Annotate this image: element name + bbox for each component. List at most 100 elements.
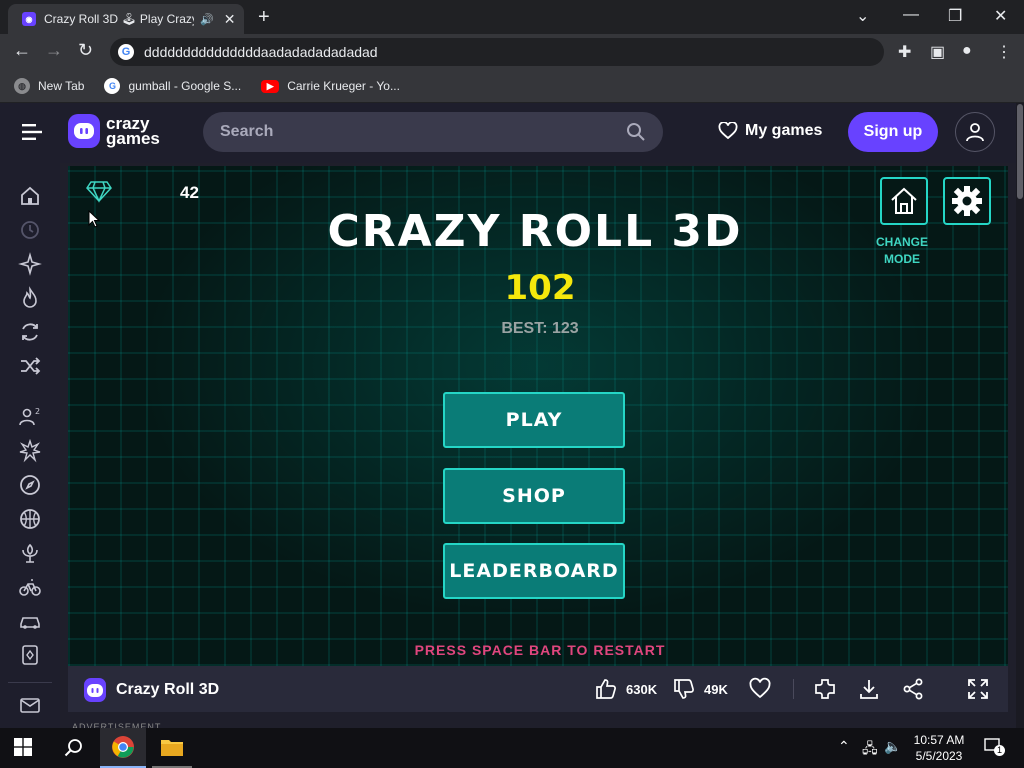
search-icon[interactable] (626, 122, 646, 142)
basketball-icon[interactable] (18, 507, 42, 531)
account-button[interactable] (955, 112, 995, 152)
notifications-button[interactable]: 1 (984, 737, 1005, 756)
my-games-label: My games (745, 122, 823, 139)
best-score: BEST: 123 (501, 320, 579, 337)
crazygames-small-logo-icon (84, 678, 106, 702)
mail-icon[interactable] (18, 693, 42, 717)
sign-up-button[interactable]: Sign up (848, 112, 938, 152)
card-icon[interactable] (18, 643, 42, 667)
home-icon (891, 187, 917, 214)
taskbar-search-icon[interactable] (62, 736, 86, 760)
leaderboard-button[interactable]: LEADERBOARD (443, 543, 625, 599)
chrome-icon (112, 736, 134, 758)
settings-button[interactable] (943, 177, 991, 225)
url-text: dddddddddddddddaadadadadadadad (144, 44, 378, 60)
play-button[interactable]: PLAY (443, 392, 625, 448)
search-input[interactable]: Search (220, 123, 626, 141)
change-mode-line-1: CHANGE (875, 235, 928, 249)
logo-text: crazy games (106, 115, 160, 147)
tab-audio-icon[interactable]: 🔊 (200, 13, 214, 26)
change-mode-label[interactable]: CHANGE MODE (862, 234, 942, 268)
game-title: CRAZY ROLL 3D (327, 206, 743, 257)
multiplayer-icon[interactable]: 2 (18, 405, 42, 429)
folder-icon (161, 740, 183, 756)
tab-search-icon[interactable]: ⌄ (856, 6, 869, 26)
crazygames-logo-icon (68, 114, 100, 148)
current-score: 102 (504, 268, 576, 308)
new-icon[interactable] (18, 252, 42, 276)
notification-count: 1 (994, 745, 1005, 756)
restore-button[interactable]: ❐ (948, 6, 962, 26)
new-tab-button[interactable]: + (258, 6, 270, 29)
random-icon[interactable] (18, 354, 42, 378)
profile-icon[interactable]: ● (962, 42, 972, 60)
extensions-icon[interactable]: ✚ (898, 42, 911, 62)
share-icon[interactable] (901, 677, 925, 701)
game-footer-title: Crazy Roll 3D (116, 681, 220, 698)
bookmark-label: gumball - Google S... (128, 79, 242, 93)
sidebar-divider (8, 682, 52, 683)
dislikes-count: 49K (704, 682, 728, 697)
updated-icon[interactable] (18, 320, 42, 344)
recent-icon[interactable] (18, 218, 42, 242)
crazygames-logo[interactable]: crazy games (68, 114, 160, 148)
forward-button[interactable]: → (45, 40, 63, 61)
bookmark-gumball[interactable]: G gumball - Google S... (104, 78, 241, 94)
bookmark-carrie-krueger[interactable]: ▶ Carrie Krueger - Yo... (261, 79, 400, 93)
car-icon[interactable] (18, 609, 42, 633)
bookmark-label: New Tab (38, 79, 85, 93)
bike-icon[interactable] (18, 575, 42, 599)
shop-button[interactable]: SHOP (443, 468, 625, 524)
menu-toggle-icon[interactable] (20, 120, 44, 144)
heart-icon (718, 122, 738, 140)
taskbar-clock[interactable]: 10:57 AM 5/5/2023 (904, 732, 974, 764)
bookmark-label: Carrie Krueger - Yo... (287, 79, 400, 93)
thumbs-up-icon[interactable] (594, 677, 618, 701)
side-panel-icon[interactable]: ▣ (930, 42, 945, 62)
browser-menu-icon[interactable]: ⋮ (996, 42, 1012, 62)
trending-icon[interactable] (18, 286, 42, 310)
back-button[interactable]: ← (13, 40, 31, 61)
gem-count: 42 (180, 183, 199, 202)
taskbar-chrome-button[interactable] (100, 728, 146, 768)
beauty-icon[interactable] (18, 541, 42, 565)
minimize-button[interactable]: — (903, 6, 919, 24)
taskbar-file-explorer-button[interactable] (152, 728, 192, 768)
likes-count: 630K (626, 682, 658, 697)
mouse-cursor-icon (88, 210, 100, 228)
action-icon[interactable] (18, 439, 42, 463)
browser-tab[interactable]: ◉ Crazy Roll 3D 🕹 Play Crazy 🔊 ✕ (8, 4, 244, 34)
network-icon[interactable]: 🖧 (862, 738, 878, 762)
user-icon (966, 123, 984, 142)
thumbs-down-icon[interactable] (672, 677, 696, 701)
crazygames-favicon-icon: ◉ (22, 12, 36, 26)
windows-start-icon[interactable] (14, 738, 32, 756)
globe-icon: ◍ (14, 78, 30, 94)
favorite-heart-icon[interactable] (748, 677, 772, 701)
volume-icon[interactable]: 🔈 (884, 738, 901, 755)
my-games-link[interactable]: My games (718, 122, 822, 140)
reload-button[interactable]: ↻ (78, 40, 93, 61)
fullscreen-icon[interactable] (966, 677, 990, 701)
change-mode-line-2: MODE (884, 252, 920, 266)
svg-text:2: 2 (35, 407, 40, 416)
bookmarks-bar: ◍ New Tab G gumball - Google S... ▶ Carr… (0, 70, 1024, 103)
home-icon[interactable] (18, 184, 42, 208)
clock-time: 10:57 AM (913, 733, 965, 747)
search-bar[interactable]: Search (203, 112, 663, 152)
close-window-button[interactable]: ✕ (994, 6, 1007, 26)
download-icon[interactable] (857, 677, 881, 701)
tray-expand-icon[interactable]: ⌃ (838, 738, 850, 755)
footer-divider (793, 679, 794, 699)
address-bar[interactable]: G dddddddddddddddaadadadadadadad (110, 38, 884, 66)
bookmark-new-tab[interactable]: ◍ New Tab (14, 78, 84, 94)
google-icon: G (104, 78, 121, 94)
page-scrollbar-thumb[interactable] (1017, 104, 1023, 199)
youtube-icon: ▶ (261, 79, 280, 93)
embed-icon[interactable] (813, 677, 837, 701)
home-button[interactable] (880, 177, 928, 225)
clock-date: 5/5/2023 (915, 749, 963, 763)
tab-close-icon[interactable]: ✕ (224, 11, 236, 28)
adventure-icon[interactable] (18, 473, 42, 497)
tab-title: Crazy Roll 3D 🕹 Play Crazy (44, 12, 194, 26)
